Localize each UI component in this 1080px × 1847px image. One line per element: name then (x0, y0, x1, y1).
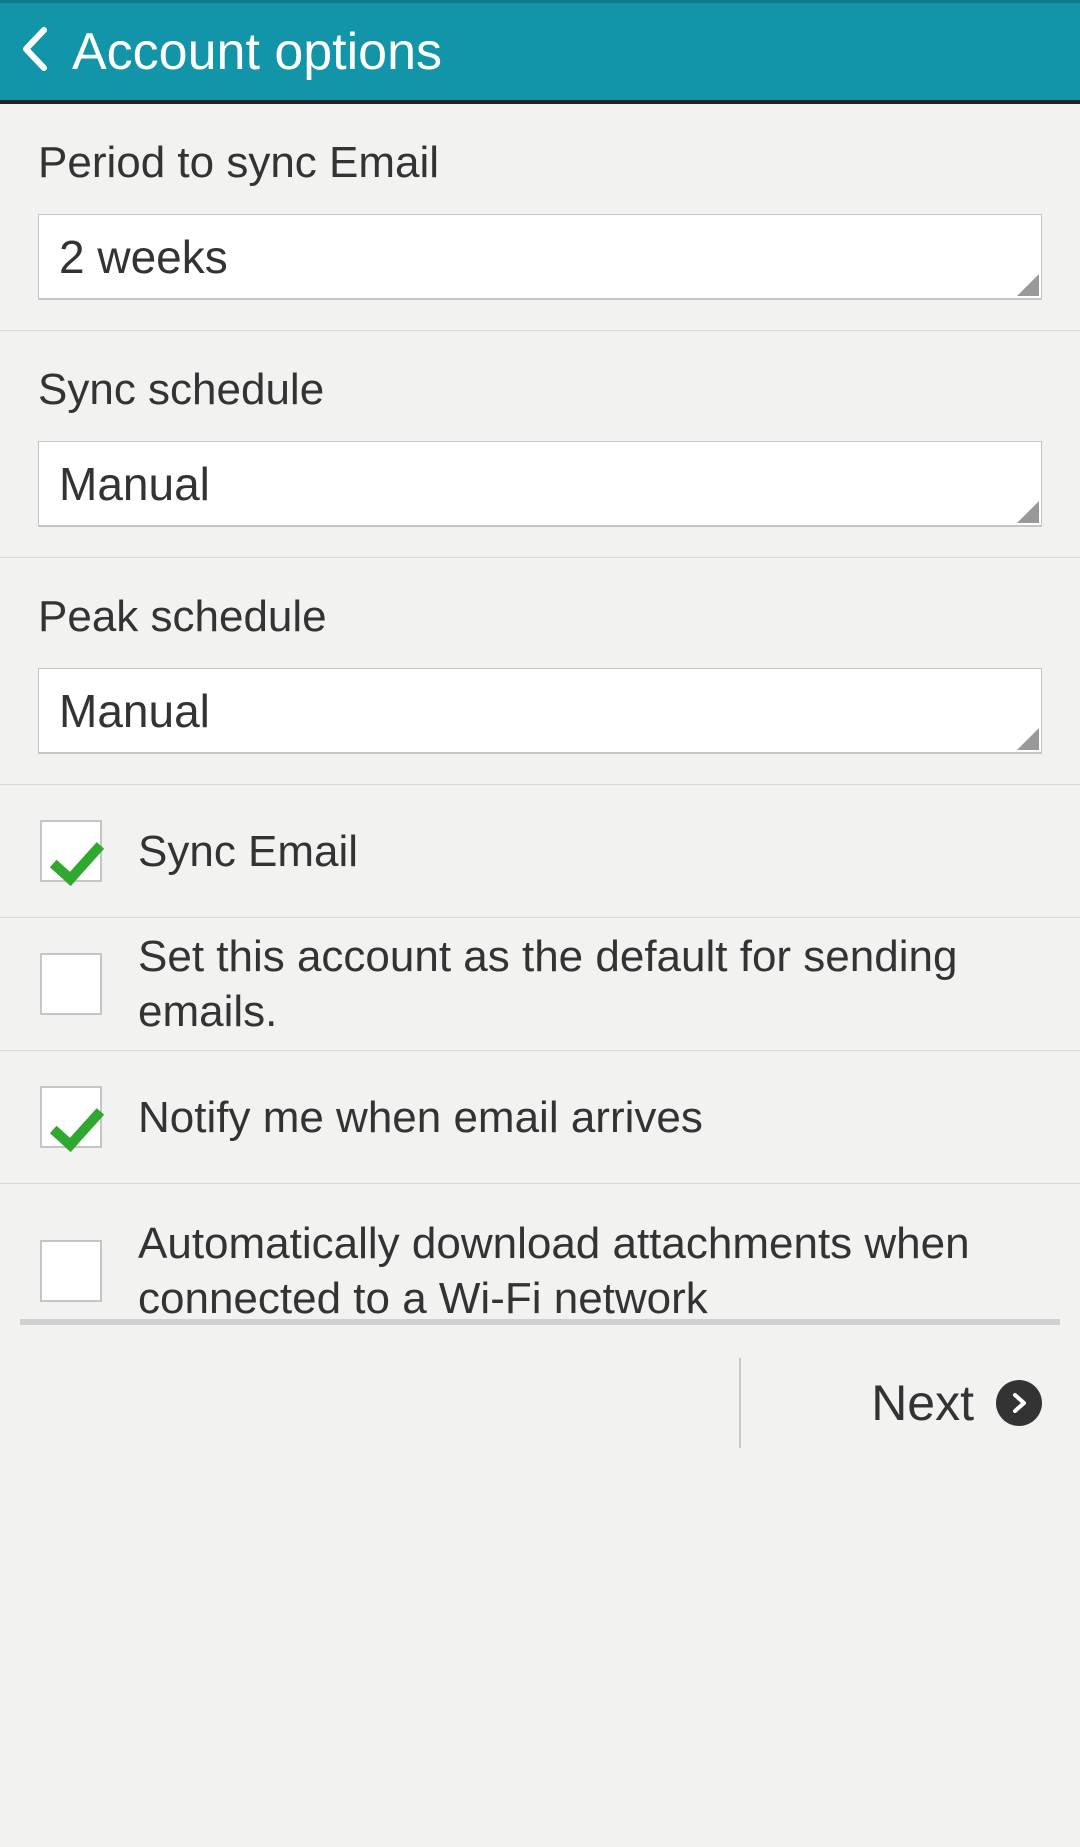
sync-schedule-value: Manual (59, 457, 210, 511)
period-sync-label: Period to sync Email (38, 138, 1042, 188)
sync-email-label: Sync Email (138, 824, 358, 879)
default-account-row[interactable]: Set this account as the default for send… (0, 918, 1080, 1051)
chevron-right-circle-icon (996, 1380, 1042, 1426)
default-account-label: Set this account as the default for send… (138, 929, 1042, 1039)
back-chevron-icon (18, 26, 48, 72)
notify-row[interactable]: Notify me when email arrives (0, 1051, 1080, 1184)
header: Account options (0, 0, 1080, 104)
period-sync-value: 2 weeks (59, 230, 228, 284)
auto-download-label: Automatically download attachments when … (138, 1216, 1042, 1319)
back-button[interactable] (18, 26, 48, 77)
dropdown-corner-icon (1017, 728, 1039, 750)
settings-scroll-area: Period to sync Email 2 weeks Sync schedu… (0, 104, 1080, 1319)
default-account-checkbox[interactable] (40, 953, 102, 1015)
scroll-indicator (20, 1319, 1060, 1325)
next-button-label: Next (871, 1374, 974, 1432)
sync-email-row[interactable]: Sync Email (0, 785, 1080, 918)
sync-schedule-label: Sync schedule (38, 365, 1042, 415)
sync-email-checkbox[interactable] (40, 820, 102, 882)
period-sync-dropdown[interactable]: 2 weeks (38, 214, 1042, 300)
peak-schedule-label: Peak schedule (38, 592, 1042, 642)
peak-schedule-dropdown[interactable]: Manual (38, 668, 1042, 754)
footer-divider (739, 1358, 741, 1448)
page-title: Account options (72, 22, 442, 82)
sync-schedule-dropdown[interactable]: Manual (38, 441, 1042, 527)
notify-label: Notify me when email arrives (138, 1090, 703, 1145)
next-button[interactable]: Next (871, 1374, 1042, 1432)
auto-download-row[interactable]: Automatically download attachments when … (0, 1184, 1080, 1319)
auto-download-checkbox[interactable] (40, 1240, 102, 1302)
peak-schedule-section: Peak schedule Manual (0, 558, 1080, 785)
period-sync-section: Period to sync Email 2 weeks (0, 104, 1080, 331)
sync-schedule-section: Sync schedule Manual (0, 331, 1080, 558)
peak-schedule-value: Manual (59, 684, 210, 738)
dropdown-corner-icon (1017, 274, 1039, 296)
dropdown-corner-icon (1017, 501, 1039, 523)
notify-checkbox[interactable] (40, 1086, 102, 1148)
footer: Next (0, 1353, 1080, 1453)
